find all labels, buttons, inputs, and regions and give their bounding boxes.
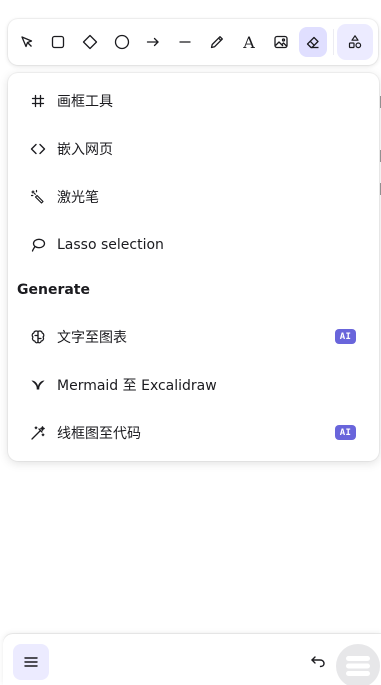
square-icon [51,35,65,49]
hamburger-icon [346,656,370,676]
menu-item-text-to-diagram[interactable]: 文字至图表 AI [17,319,369,355]
menu-item-laser-pointer[interactable]: 激光笔 [17,179,369,215]
circle-icon [114,34,130,50]
selection-tool-button[interactable] [13,27,41,57]
brain-icon [17,329,57,345]
menu-item-label: 画框工具 [57,94,113,110]
generate-heading: Generate [17,282,90,298]
rectangle-tool-button[interactable] [44,27,72,57]
mermaid-icon [17,377,57,393]
draw-tool-button[interactable] [203,27,231,57]
image-tool-button[interactable] [267,27,295,57]
eraser-icon [306,36,319,49]
toolbar-divider [333,29,334,55]
more-tools-menu: 画框工具 嵌入网页 激光笔 Lasso selection Generate 文… [8,73,379,461]
shapes-icon [348,35,362,49]
menu-item-lasso-selection[interactable]: Lasso selection [17,227,369,263]
menu-item-embed-web[interactable]: 嵌入网页 [17,131,369,167]
hamburger-icon [24,657,38,667]
line-tool-button[interactable] [171,27,199,57]
ai-badge: AI [335,425,356,440]
lasso-icon [17,237,57,253]
line-icon [179,41,191,43]
menu-item-label: Mermaid 至 Excalidraw [57,378,217,394]
menu-item-frame-tool[interactable]: 画框工具 [17,83,369,119]
magic-wand-icon [17,425,57,441]
laser-pointer-icon [17,189,57,205]
pointer-arrow-icon [21,36,33,48]
arrow-tool-button[interactable] [139,27,167,57]
menu-item-label: 线框图至代码 [57,426,141,442]
arrow-right-icon [146,37,159,47]
bottom-bar [3,634,381,685]
menu-item-label: 激光笔 [57,190,99,206]
pencil-icon [210,36,223,49]
image-icon [274,35,288,49]
frame-hash-icon [17,93,57,109]
menu-item-wireframe-to-code[interactable]: 线框图至代码 AI [17,415,369,451]
menu-item-label: 文字至图表 [57,330,127,346]
text-tool-button[interactable]: A [235,27,263,57]
extra-tools-button[interactable] [337,24,373,60]
floating-menu-button[interactable] [336,644,380,685]
diamond-tool-button[interactable] [76,27,104,57]
menu-item-mermaid-to-excalidraw[interactable]: Mermaid 至 Excalidraw [17,367,369,403]
menu-item-label: Lasso selection [57,237,164,253]
shape-toolbar: A [8,19,378,65]
menu-item-label: 嵌入网页 [57,142,113,158]
text-a-icon: A [243,32,255,52]
diamond-icon [82,34,98,50]
ellipse-tool-button[interactable] [108,27,136,57]
undo-icon [311,656,325,668]
eraser-tool-button[interactable] [299,27,327,57]
embed-code-icon [17,141,57,157]
undo-button[interactable] [309,652,327,670]
main-menu-button[interactable] [13,644,49,680]
ai-badge: AI [335,329,356,344]
